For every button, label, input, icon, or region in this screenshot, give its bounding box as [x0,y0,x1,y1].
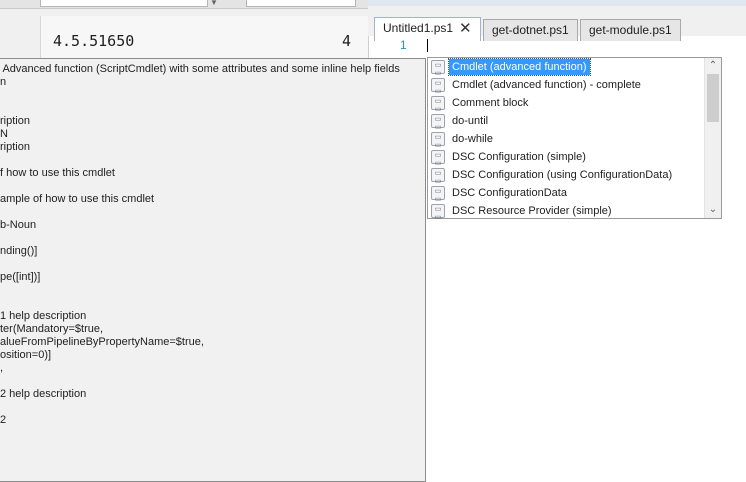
preview-line: pe([int])] [0,271,41,283]
snippet-item[interactable]: ▭ ▭ Cmdlet (advanced function) [429,58,705,77]
preview-line: b-Noun [0,219,37,231]
snippet-label: Comment block [452,97,529,109]
snippet-item[interactable]: ▭ ▭ Cmdlet (advanced function) - complete [429,77,705,95]
preview-line: nding()] [0,245,38,257]
snippet-label: do-until [452,115,489,127]
preview-line: N [0,128,8,140]
text-caret [427,39,428,52]
preview-line: alueFromPipelineByPropertyName=$true, [0,336,204,348]
snippet-icon: ▭ ▭ [431,78,445,95]
console-toolbar: ▼ [0,0,368,9]
snippet-item[interactable]: ▭ ▭ DSC ConfigurationData [429,185,705,203]
preview-line: ription [0,141,30,153]
snippet-icon: ▭ ▭ [431,186,445,203]
snippet-item[interactable]: ▭ ▭ Comment block [429,95,705,113]
snippet-label: DSC Configuration (simple) [452,151,586,163]
version-text: 4.5.51650 [53,32,135,50]
line-number: 1 [400,38,407,52]
snippet-item[interactable]: ▭ ▭ DSC Resource Provider (simple) [429,203,705,221]
snippet-label: Cmdlet (advanced function) [448,58,591,76]
snippet-label: DSC Configuration (using ConfigurationDa… [452,169,673,181]
preview-line: ription [0,115,30,127]
snippet-label: Cmdlet (advanced function) - complete [452,79,641,91]
snippet-label: DSC Resource Provider (simple) [452,205,612,217]
snippet-icon: ▭ ▭ [431,132,445,149]
scroll-thumb[interactable] [707,74,719,122]
snippet-icon: ▭ ▭ [431,168,445,185]
toolbar-combo-2[interactable] [246,0,356,7]
scroll-down-icon[interactable]: ⌄ [705,202,721,218]
snippet-list[interactable]: ▭ ▭ Cmdlet (advanced function) ▭ ▭ Cmdlet (ad… [427,57,722,221]
preview-line: 1 help description [0,310,87,322]
preview-line: osition=0)] [0,349,52,361]
preview-line: f how to use this cmdlet [0,167,115,179]
snippet-icon: ▭ ▭ [431,204,445,221]
tab-label: get-module.ps1 [589,23,672,37]
version-number: 4 [342,32,352,50]
close-icon[interactable]: ✕ [459,20,472,37]
snippet-label: do-while [452,133,493,145]
preview-line: 2 help description [0,388,87,400]
snippet-item[interactable]: ▭ ▭ do-until [429,113,705,131]
editor-line[interactable] [368,36,746,56]
preview-line: Advanced function (ScriptCmdlet) with so… [0,63,400,75]
snippet-preview-tooltip: Advanced function (ScriptCmdlet) with so… [0,58,426,482]
snippet-icon: ▭ ▭ [431,96,445,113]
preview-line: , [0,362,4,374]
snippet-item[interactable]: ▭ ▭ DSC Configuration (using Configuration… [429,167,705,185]
combo-dropdown-icon[interactable]: ▼ [210,0,218,7]
preview-line: ter(Mandatory=$true, [0,323,104,335]
snippet-label: DSC ConfigurationData [452,187,567,199]
snippet-icon: ▭ ▭ [431,114,445,131]
preview-line: ample of how to use this cmdlet [0,193,155,205]
snippet-list-scrollbar[interactable]: ⌃ ⌄ [704,58,721,218]
preview-line: n [0,76,7,88]
tab-label: Untitled1.ps1 [383,21,454,35]
toolbar-combo-1[interactable] [40,0,208,7]
snippet-icon: ▭ ▭ [431,60,445,77]
snippet-icon: ▭ ▭ [431,150,445,167]
snippet-item[interactable]: ▭ ▭ DSC Configuration (simple) [429,149,705,167]
tab-label: get-dotnet.ps1 [492,23,569,37]
scroll-up-icon[interactable]: ⌃ [705,58,721,74]
snippet-item[interactable]: ▭ ▭ do-while [429,131,705,149]
editor-tab-bar: Untitled1.ps1 ✕ get-dotnet.ps1 get-module… [368,6,746,41]
preview-line: 2 [0,414,7,426]
